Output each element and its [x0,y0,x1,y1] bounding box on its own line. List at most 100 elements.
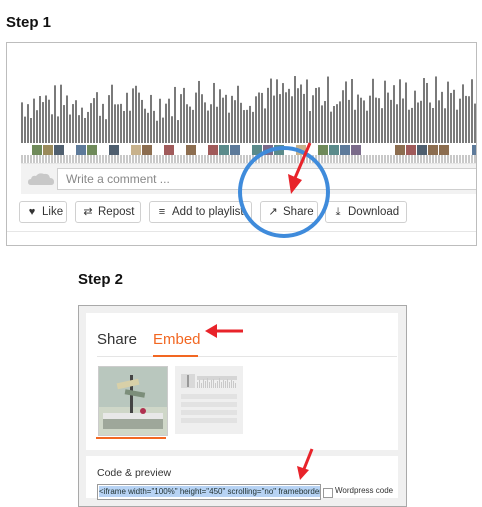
waveform-bar [465,95,467,143]
artwork-player-thumbnail[interactable] [98,366,168,436]
comment-avatar[interactable] [164,145,174,155]
comment-avatar[interactable] [428,145,438,155]
waveform-bar [252,111,254,143]
comment-avatar[interactable] [472,145,477,155]
waveform-bar [396,104,398,143]
waveform-bar [381,108,383,143]
waveform-bar [378,98,380,143]
comment-avatar[interactable] [219,145,229,155]
waveform-bar [390,99,392,143]
embed-code-field[interactable]: <iframe width="100%" height="450" scroll… [97,484,321,500]
comment-avatar[interactable] [417,145,427,155]
waveform-reflection-bar [216,155,218,164]
waveform-bar [123,110,125,143]
waveform-bar [63,105,65,143]
add-to-playlist-button[interactable]: ≡ Add to playlist [149,201,252,223]
comment-avatar[interactable] [87,145,97,155]
waveform-bar [69,114,71,143]
download-button[interactable]: ⤓ Download [325,201,407,223]
waveform-bar [147,112,149,143]
comment-avatar[interactable] [439,145,449,155]
comment-avatar[interactable] [43,145,53,155]
tab-embed[interactable]: Embed [153,331,201,348]
waveform-bar [267,87,269,143]
comment-avatar[interactable] [32,145,42,155]
comment-avatar[interactable] [340,145,350,155]
waveform-bar [243,110,245,143]
waveform-bar [219,89,221,143]
waveform-bar [141,99,143,143]
like-label: Like [42,206,64,218]
waveform-bar [36,110,38,143]
waveform-bar [189,106,191,143]
comment-avatar[interactable] [318,145,328,155]
waveform-bar [261,92,263,143]
waveform-bar [264,108,266,143]
share-dialog-body: Share Embed Code & preview <iframe width… [86,313,398,500]
waveform-bar [105,119,107,143]
comment-avatar[interactable] [395,145,405,155]
comment-avatar[interactable] [230,145,240,155]
waveform-bar [450,92,452,143]
wordpress-code-checkbox[interactable] [323,488,333,498]
waveform-bar [195,92,197,143]
waveform-bar [96,92,98,143]
comment-avatar[interactable] [109,145,119,155]
waveform-bar [132,88,134,143]
waveform-bar [51,114,53,143]
waveform-bar [375,97,377,143]
waveform-bar [117,104,119,143]
comment-avatar[interactable] [131,145,141,155]
waveform-bar [39,96,41,143]
waveform-bar [402,98,404,143]
comment-avatar[interactable] [142,145,152,155]
waveform-bar [213,82,215,143]
tab-share[interactable]: Share [97,331,137,348]
comment-avatar[interactable] [329,145,339,155]
waveform-bar [129,110,131,143]
waveform-bar [87,111,89,143]
waveform-bar [198,80,200,143]
waveform-bar [126,92,128,143]
waveform-bar [309,111,311,143]
comment-avatar[interactable] [406,145,416,155]
waveform-bar [57,116,59,143]
comment-avatar[interactable] [76,145,86,155]
waveform-bar [408,109,410,143]
repost-button[interactable]: ⇄ Repost [75,201,141,223]
waveform-bar [432,107,434,143]
waveform-bar [288,88,290,143]
waveform-bar [369,95,371,143]
waveform-bar [153,110,155,143]
waveform-bar [354,109,356,143]
waveform-bar [204,102,206,143]
like-button[interactable]: ♥ Like [19,201,67,223]
tab-divider [97,356,397,357]
waveform-bar [183,87,185,143]
waveform-bar [228,112,230,143]
waveform-bar [417,102,419,143]
comment-avatar[interactable] [186,145,196,155]
waveform-bar [48,99,50,143]
waveform-bar [456,109,458,143]
add-to-playlist-label: Add to playlist [172,206,244,218]
download-label: Download [348,206,400,218]
waveform-bar [201,94,203,143]
waveform-bar [447,81,449,143]
waveform-bar [441,91,443,143]
waveform-bar [351,79,353,143]
comment-avatar[interactable] [54,145,64,155]
waveform-bar [246,109,248,143]
comment-avatar[interactable] [208,145,218,155]
waveform-bar [231,95,233,143]
classic-player-thumbnail[interactable] [175,366,243,434]
comment-avatar[interactable] [351,145,361,155]
waveform-bar [114,104,116,143]
waveform-bar [90,103,92,143]
waveform-bar [225,94,227,143]
waveform-bar [435,76,437,143]
code-preview-label: Code & preview [97,467,172,479]
waveform-bar [54,85,56,143]
embed-code-text[interactable]: <iframe width="100%" height="450" scroll… [99,486,320,497]
waveform-bar [78,115,80,143]
